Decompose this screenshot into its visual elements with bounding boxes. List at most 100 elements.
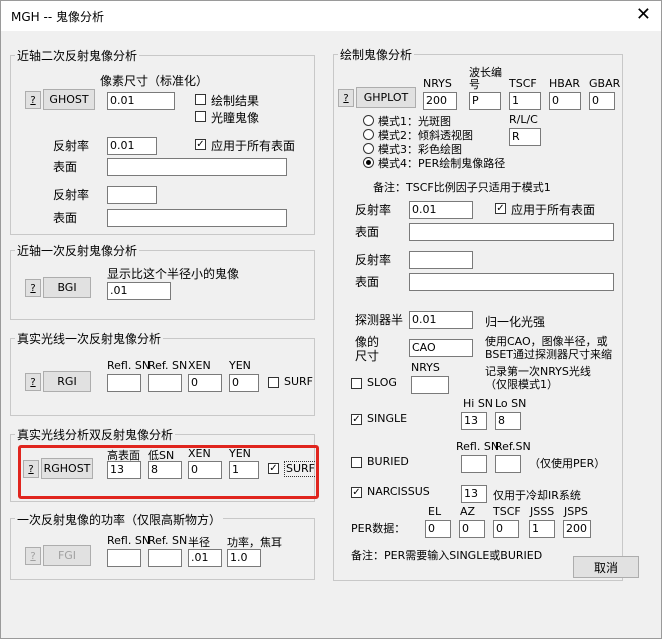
per-el-header: EL [428,505,442,518]
ghost-group-title: 近轴二次反射鬼像分析 [15,47,140,64]
per-tscf-input[interactable]: 0 [493,520,519,538]
fgi-help-button[interactable]: ? [25,547,41,565]
buried-refl-sn-input[interactable] [461,455,487,473]
rgi-group-title: 真实光线一次反射鬼像分析 [15,330,164,347]
cancel-button[interactable]: 取消 [573,556,639,578]
single-checkbox[interactable]: ✓ [351,414,362,425]
ghost-surface-input-1[interactable] [107,158,287,176]
single-lo-input[interactable]: 8 [495,412,521,430]
per-az-input[interactable]: 0 [459,520,485,538]
per-jsps-header: JSPS [564,505,588,518]
ghost-surface-label-2: 表面 [53,211,78,225]
per-jsps-input[interactable]: 200 [563,520,591,538]
ghplot-surface-input-2[interactable] [409,273,614,291]
fgi-button[interactable]: FGI [43,545,91,566]
single-hi-input[interactable]: 13 [461,412,487,430]
rgi-refl-sn-input[interactable] [107,374,141,392]
fgi-ref-sn-input[interactable] [148,549,182,567]
ghost-apply-all-checkbox[interactable]: ✓ [195,139,206,150]
ghplot-rlc-input[interactable]: R [509,128,541,146]
bgi-group-title: 近轴一次反射鬼像分析 [15,242,140,259]
bgi-help-button[interactable]: ? [25,279,41,297]
slog-label: SLOG [367,376,397,389]
per-jsss-header: JSSS [530,505,555,518]
mode4-label: 模式4：PER绘制鬼像路径 [378,157,506,170]
detector-input[interactable]: 0.01 [409,311,473,329]
ghost-refl-label-1: 反射率 [53,139,90,153]
detector-label: 探测器半 [355,313,404,327]
per-note: 备注：PER需要输入SINGLE或BURIED [351,549,543,562]
ghplot-button[interactable]: GHPLOT [356,87,416,108]
rgi-button[interactable]: RGI [43,371,91,392]
ghplot-tscf-header: TSCF [509,77,537,90]
ghost-help-button[interactable]: ? [25,91,41,109]
ghplot-refl-label-2: 反射率 [355,253,392,267]
bgi-description: 显示比这个半径小的鬼像 [107,267,240,281]
ghost-surface-input-2[interactable] [107,209,287,227]
slog-checkbox[interactable] [351,378,362,389]
ghplot-nrys-input[interactable]: 200 [423,92,457,110]
buried-checkbox[interactable] [351,457,362,468]
ghplot-wave-input[interactable]: P [469,92,501,110]
ghplot-hbar-header: HBAR [549,77,580,90]
pupil-ghost-checkbox[interactable] [195,111,206,122]
ghplot-refl-input-2[interactable] [409,251,473,269]
mode4-radio[interactable] [363,157,374,168]
fgi-power-input[interactable]: 1.0 [227,549,261,567]
rgi-xen-input[interactable]: 0 [188,374,222,392]
per-jsss-input[interactable]: 1 [529,520,555,538]
ghplot-apply-all-label: 应用于所有表面 [511,203,596,217]
tscf-note: 备注：TSCF比例因子只适用于模式1 [373,181,551,194]
image-size-input[interactable]: CAO [409,339,473,357]
slog-nrys-header: NRYS [411,361,440,374]
buried-label: BURIED [367,455,409,468]
ghplot-hbar-input[interactable]: 0 [549,92,581,110]
ghplot-refl-label-1: 反射率 [355,203,392,217]
narcissus-input[interactable]: 13 [461,485,487,503]
ghplot-surface-input-1[interactable] [409,223,614,241]
normalized-label: 归一化光强 [485,315,546,329]
ghplot-gbar-input[interactable]: 0 [589,92,615,110]
per-tscf-header: TSCF [493,505,521,518]
slog-nrys-input[interactable] [411,376,449,394]
ghplot-tscf-input[interactable]: 1 [509,92,541,110]
fgi-refl-sn-header: Refl. SN [107,534,151,547]
bgi-button[interactable]: BGI [43,277,91,298]
per-data-label: PER数据： [351,522,406,535]
ghplot-wave-header: 波长编号 [469,66,502,91]
title-bar: MGH -- 鬼像分析 ✕ [1,1,661,31]
fgi-radius-input[interactable]: .01 [188,549,222,567]
fgi-power-header: 功率，焦耳 [227,536,282,549]
plot-result-checkbox[interactable] [195,94,206,105]
rgi-refl-sn-header: Refl. SN [107,359,151,372]
ghost-button[interactable]: GHOST [43,89,95,110]
rgi-surf-checkbox[interactable] [268,377,279,388]
ghost-refl-input-1[interactable]: 0.01 [107,137,157,155]
buried-ref-sn-header: Ref.SN [495,440,531,453]
mode3-radio[interactable] [363,143,374,154]
window-title: MGH -- 鬼像分析 [11,10,104,24]
narcissus-checkbox[interactable]: ✓ [351,487,362,498]
ghost-refl-input-2[interactable] [107,186,157,204]
ghplot-rlc-header: R/L/C [509,113,538,126]
rgi-ref-sn-header: Ref. SN [148,359,188,372]
pixel-size-input[interactable]: 0.01 [107,92,175,110]
ghplot-apply-all-checkbox[interactable]: ✓ [495,203,506,214]
image-size-description: 使用CAO，图像半径，或BSET通过探测器尺寸来缩放 [485,335,613,361]
rgi-help-button[interactable]: ? [25,373,41,391]
mode2-radio[interactable] [363,129,374,140]
ghost-apply-all-label: 应用于所有表面 [211,139,296,153]
per-only-label: （仅使用PER） [529,457,606,470]
ghplot-refl-input-1[interactable]: 0.01 [409,201,473,219]
bgi-radius-input[interactable]: .01 [107,282,171,300]
per-el-input[interactable]: 0 [425,520,451,538]
rgi-ref-sn-input[interactable] [148,374,182,392]
mode1-radio[interactable] [363,115,374,126]
buried-ref-sn-input[interactable] [495,455,521,473]
ghplot-surface-label-2: 表面 [355,275,380,289]
slog-description: 记录第一次NRYS光线（仅限模式1） [485,365,591,391]
close-icon[interactable]: ✕ [636,5,651,25]
rgi-yen-input[interactable]: 0 [229,374,259,392]
fgi-refl-sn-input[interactable] [107,549,141,567]
ghplot-help-button[interactable]: ? [338,89,354,107]
